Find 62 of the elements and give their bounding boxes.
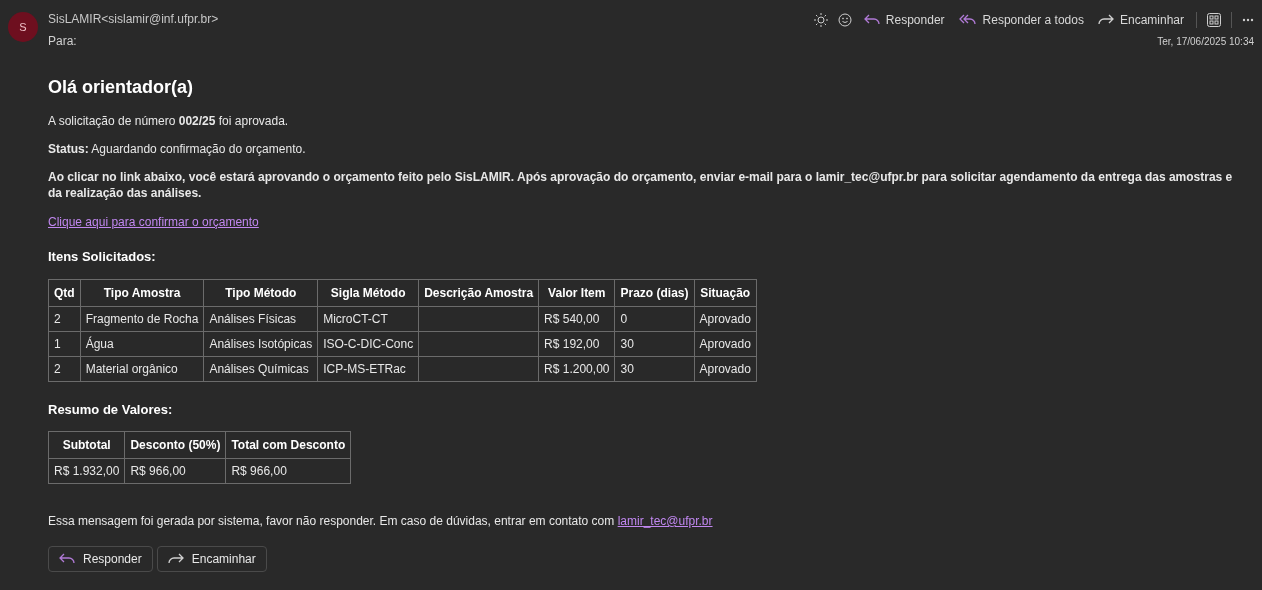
reply-icon [863,14,880,26]
column-header: Sigla Método [317,279,419,306]
table-cell: ISO-C-DIC-Conc [317,331,419,356]
confirm-link[interactable]: Clique aqui para confirmar o orçamento [48,215,259,229]
email-link[interactable]: lamir_tec@ufpr.br [617,514,713,528]
reply-icon [59,553,75,565]
action-button[interactable]: Responder [48,546,153,572]
to-label: Para: [48,33,78,50]
more-icon[interactable] [1242,18,1254,22]
forward-icon [1097,14,1114,26]
table-cell: MicroCT-CT [317,306,419,331]
greeting-heading: Olá orientador(a) [48,76,195,99]
table-cell: R$ 1.932,00 [48,458,125,484]
table-cell: Análises Isotópicas [203,331,318,356]
table-cell: ICP-MS-ETRac [317,356,419,381]
table-cell: R$ 966,00 [225,458,351,484]
table-cell: R$ 966,00 [124,458,226,484]
column-header: Desconto (50%) [124,431,226,459]
column-header: Tipo Método [203,279,318,306]
column-header: Subtotal [48,431,125,459]
column-header: Situação [694,279,757,306]
summary-heading: Resumo de Valores: [48,400,174,419]
table-cell: Aprovado [694,306,757,331]
table-cell: 2 [48,356,81,381]
brightness-icon[interactable] [813,13,828,27]
column-header: Qtd [48,279,81,306]
sender: SisLAMIR<sislamir@inf.ufpr.br> [48,11,219,28]
grid-icon[interactable] [1207,13,1221,27]
table-cell: Água [80,331,204,356]
table-cell: R$ 540,00 [538,306,615,331]
header-action-button[interactable]: Responder a todos [956,11,1086,29]
table-cell: 0 [615,306,694,331]
items-heading: Itens Solicitados: [48,248,157,266]
action-button[interactable]: Encaminhar [156,546,267,572]
column-header: Descrição Amostra [418,279,539,306]
header-action-button[interactable]: Responder [861,11,947,29]
table-cell: 2 [48,306,81,331]
table-cell: Aprovado [694,356,757,381]
reply-all-icon [958,14,977,26]
table-cell: Material orgânico [80,356,204,381]
table-cell: 30 [615,356,694,381]
paragraph: Ao clicar no link abaixo, você estará aprovando o orçamento feito pelo SisLAMIR. Após aprovação do orçamento, enviar e-mail para o lamir_tec@ufpr.br para solicitar agendamento da entrega das amostras e da realização das análises. [48,169,1234,201]
footer-text: Essa mensagem foi gerada por sistema, favor não responder. Em caso de dúvidas, entrar em contato com lamir_tec@ufpr.br [48,513,714,530]
column-header: Prazo (dias) [615,279,694,306]
column-header: Total com Desconto [225,431,351,459]
table-cell: Análises Químicas [203,356,318,381]
emoji-icon[interactable] [837,13,852,27]
column-header: Valor Item [538,279,615,306]
table-cell: Análises Físicas [203,306,318,331]
table-cell: R$ 1.200,00 [538,356,615,381]
table-cell: R$ 192,00 [538,331,615,356]
avatar: S [8,12,38,42]
date: Ter, 17/06/2025 10:34 [1157,35,1254,49]
table-cell: Aprovado [694,331,757,356]
paragraph: Status: Aguardando confirmação do orçamento. [48,141,307,157]
paragraph: A solicitação de número 002/25 foi aprovada. [48,113,290,129]
table-cell: 30 [615,331,694,356]
table-cell: Fragmento de Rocha [80,306,204,331]
column-header: Tipo Amostra [80,279,204,306]
forward-icon [167,553,184,565]
table-cell: 1 [48,331,81,356]
header-action-button[interactable]: Encaminhar [1095,11,1186,29]
